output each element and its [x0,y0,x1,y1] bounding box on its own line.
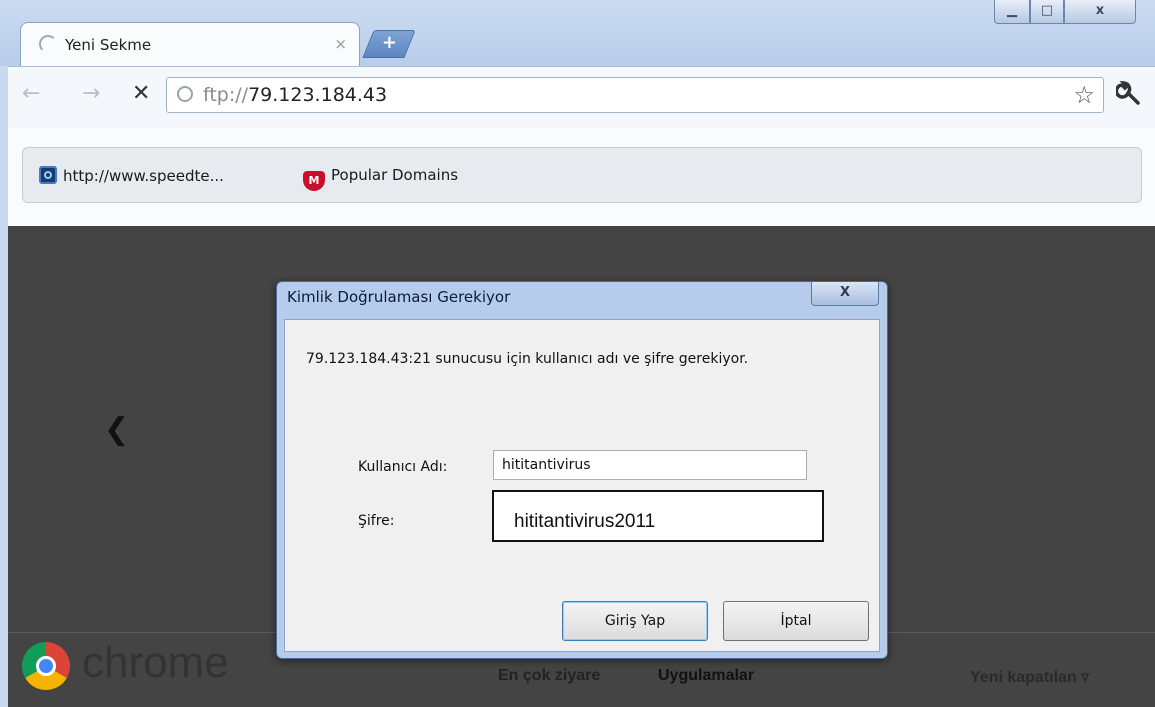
speedtest-icon [39,166,57,184]
bookmark-star-icon[interactable]: ☆ [1073,81,1095,109]
recently-closed-menu[interactable]: Yeni kapatılan ▿ [970,667,1089,687]
login-button[interactable]: Giriş Yap [562,601,708,641]
toolbar: ← → ✕ ftp://79.123.184.43 ☆ [8,66,1155,129]
dialog-body: 79.123.184.43:21 sunucusu için kullanıcı… [284,319,880,652]
dialog-close-button[interactable]: X [811,282,879,306]
tab-close-icon[interactable]: × [334,35,347,53]
tab-new-tab[interactable]: Yeni Sekme × [20,22,360,66]
most-visited-link[interactable]: En çok ziyare [498,667,600,685]
password-label: Şifre: [358,513,395,529]
bookmark-speedtest[interactable]: http://www.speedte... [39,166,224,185]
previous-page-chevron-icon[interactable]: ❮ [104,412,129,447]
tab-title: Yeni Sekme [65,36,152,54]
new-tab-button[interactable]: + [362,30,416,58]
bookmark-popular-domains[interactable]: M Popular Domains [303,166,458,191]
back-button[interactable]: ← [22,81,40,106]
password-input[interactable]: hititantivirus2011 [492,490,824,542]
address-text: ftp://79.123.184.43 [203,84,387,106]
loading-spinner-icon [39,35,57,53]
auth-dialog: Kimlik Doğrulaması Gerekiyor X 79.123.18… [276,281,888,659]
cancel-button[interactable]: İptal [723,601,869,641]
username-input[interactable]: hititantivirus [493,450,807,480]
bookmark-label: http://www.speedte... [63,167,224,185]
dialog-title: Kimlik Doğrulaması Gerekiyor [287,288,511,306]
maximize-button[interactable]: □ [1030,0,1064,24]
bookmarks-area: http://www.speedte... M Popular Domains [8,128,1155,226]
apps-link[interactable]: Uygulamalar [658,667,754,685]
mcafee-icon: M [303,171,325,191]
chrome-logo-icon [22,642,70,690]
plus-icon: + [381,32,397,53]
minimize-button[interactable]: ▁ [994,0,1030,24]
bookmark-label: Popular Domains [331,166,459,184]
forward-button[interactable]: → [82,81,100,106]
bookmarks-bar: http://www.speedte... M Popular Domains [22,147,1142,203]
url-scheme: ftp:// [203,84,249,106]
address-bar[interactable]: ftp://79.123.184.43 ☆ [166,77,1104,113]
auth-message: 79.123.184.43:21 sunucusu için kullanıcı… [306,351,749,367]
stop-button[interactable]: ✕ [132,81,150,106]
wrench-icon[interactable] [1114,80,1142,113]
title-bar: Yeni Sekme × + ▁ □ x [0,0,1155,66]
globe-icon [177,86,193,102]
window-close-button[interactable]: x [1064,0,1136,24]
wrench-svg [1114,80,1140,105]
chrome-wordmark: chrome [82,638,229,687]
url-host: 79.123.184.43 [248,84,388,106]
username-label: Kullanıcı Adı: [358,459,448,475]
